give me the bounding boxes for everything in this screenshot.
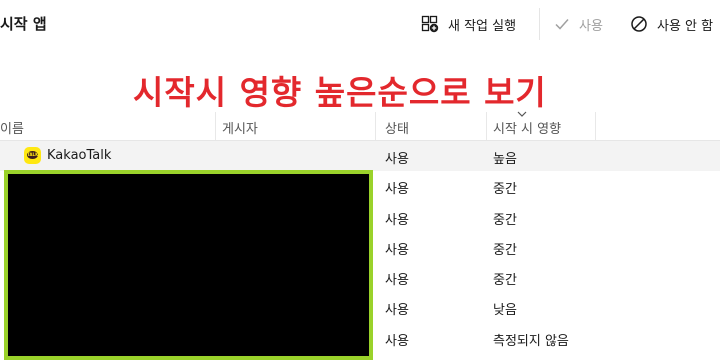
column-divider[interactable] (215, 112, 216, 140)
table-header: 이름 게시자 상태 시작 시 영향 (0, 111, 720, 141)
column-header-startup-impact[interactable]: 시작 시 영향 (493, 118, 561, 137)
new-task-icon (421, 15, 439, 33)
toolbar-divider (539, 8, 540, 40)
impact-cell: 측정되지 않음 (493, 333, 569, 349)
status-cell: 사용 (385, 212, 409, 228)
prohibited-icon (631, 16, 647, 32)
column-header-publisher[interactable]: 게시자 (222, 118, 258, 137)
impact-cell: 중간 (493, 273, 517, 289)
column-header-name[interactable]: 이름 (0, 118, 24, 137)
disable-button[interactable]: 사용 안 함 (630, 12, 713, 36)
table-row[interactable]: TALK KakaoTalk 사용 높음 (0, 141, 720, 172)
impact-cell: 중간 (493, 212, 517, 228)
impact-cell: 중간 (493, 182, 517, 198)
command-bar: 시작 앱 새 작업 실행 사용 사용 안 함 (0, 0, 720, 48)
disable-label: 사용 안 함 (657, 18, 714, 34)
impact-cell: 높음 (493, 152, 517, 167)
status-cell: 사용 (385, 273, 409, 289)
status-cell: 사용 (385, 182, 409, 198)
status-cell: 사용 (385, 333, 409, 349)
status-cell: 사용 (385, 242, 409, 258)
enable-label: 사용 (579, 18, 603, 34)
annotation-headline: 시작시 영향 높은순으로 보기 (133, 73, 547, 112)
column-divider[interactable] (486, 112, 487, 140)
status-cell: 사용 (385, 152, 409, 167)
status-cell: 사용 (385, 303, 409, 319)
column-header-status[interactable]: 상태 (385, 118, 409, 137)
sort-descending-icon (517, 111, 527, 117)
checkmark-icon (555, 19, 569, 30)
page-title: 시작 앱 (0, 15, 47, 33)
redaction-box (4, 170, 373, 360)
impact-cell: 낮음 (493, 303, 517, 319)
column-divider[interactable] (375, 112, 376, 140)
impact-cell: 중간 (493, 242, 517, 258)
kakaotalk-icon: TALK (24, 147, 41, 164)
column-divider[interactable] (595, 112, 596, 140)
run-new-task-label: 새 작업 실행 (448, 18, 517, 34)
app-name: KakaoTalk (47, 148, 112, 163)
run-new-task-button[interactable]: 새 작업 실행 (421, 12, 516, 36)
enable-button[interactable]: 사용 (554, 12, 603, 36)
